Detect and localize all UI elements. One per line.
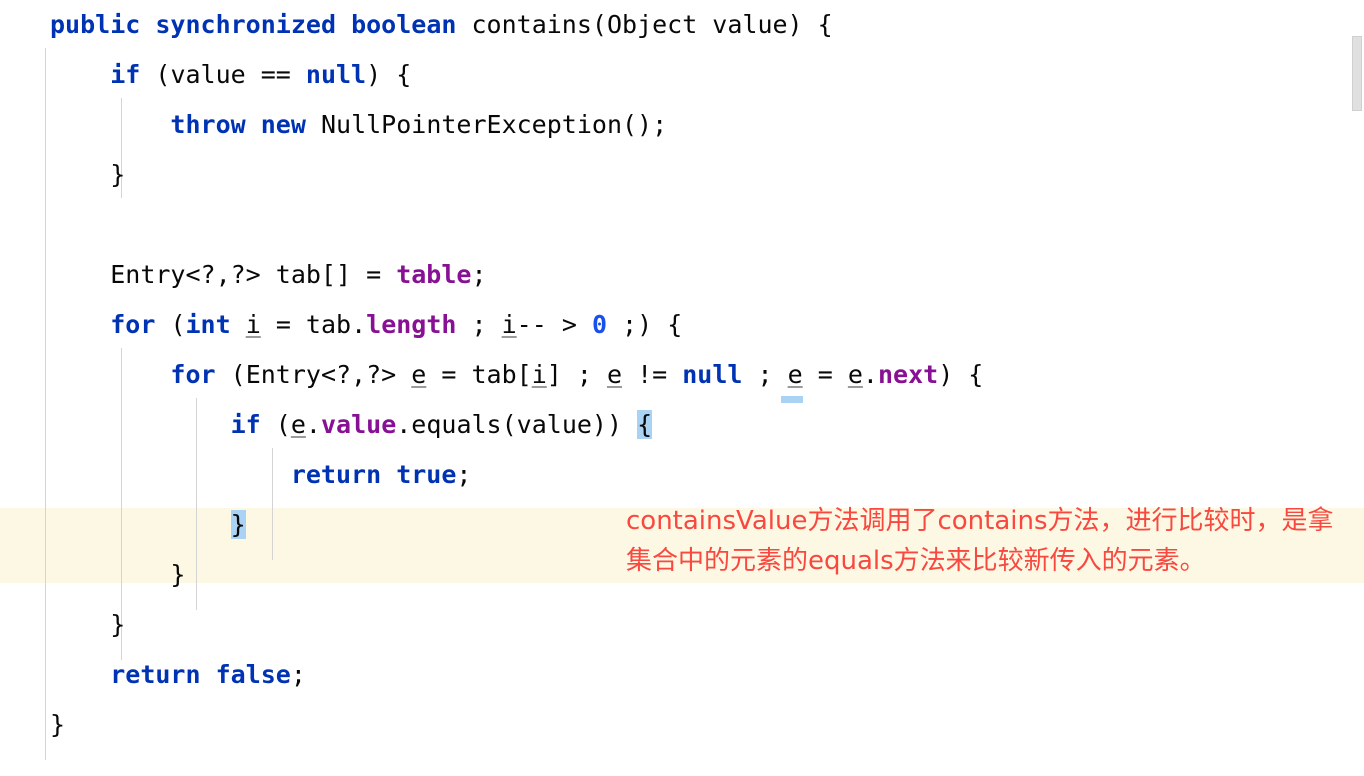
- vertical-scrollbar-thumb[interactable]: [1352, 36, 1362, 111]
- token-local-var: e: [411, 360, 427, 389]
- annotation-text: containsValue方法调用了contains方法，进行比较时，是拿 集合…: [626, 501, 1364, 581]
- token-keyword: boolean: [351, 10, 457, 39]
- token-method-name: contains(Object value) {: [471, 10, 833, 39]
- token-plain: !=: [622, 360, 683, 389]
- token-plain: ;: [456, 310, 502, 339]
- token-keyword: return: [110, 660, 201, 689]
- token-keyword: public: [50, 10, 141, 39]
- code-line-1[interactable]: public synchronized boolean contains(Obj…: [0, 0, 1364, 50]
- token-plain: (: [170, 310, 186, 339]
- token-keyword: true: [396, 460, 457, 489]
- token-local-var: e: [290, 410, 306, 439]
- token-keyword: for: [170, 360, 216, 389]
- token-field: value: [320, 410, 397, 439]
- token-number: 0: [591, 310, 607, 339]
- token-keyword: if: [230, 410, 261, 439]
- code-line-8[interactable]: for (Entry<?,?> e = tab[i] ; e != null ;…: [0, 350, 1364, 400]
- token-plain: ;: [471, 260, 487, 289]
- vertical-scrollbar-track[interactable]: [1350, 0, 1364, 776]
- token-keyword: if: [110, 60, 141, 89]
- annotation-line-1: containsValue方法调用了contains方法，进行比较时，是拿: [626, 506, 1334, 536]
- token-plain: (Entry<?,?>: [230, 360, 412, 389]
- token-field: next: [877, 360, 939, 389]
- token-plain: -- >: [516, 310, 592, 339]
- token-plain: = tab.: [260, 310, 367, 339]
- token-local-var: e: [606, 360, 623, 389]
- token-plain: (: [275, 410, 291, 439]
- token-plain: (value ==: [155, 60, 306, 89]
- token-keyword: new: [260, 110, 306, 139]
- code-line-4[interactable]: }: [0, 150, 1364, 200]
- token-keyword: null: [305, 60, 367, 89]
- code-editor[interactable]: public synchronized boolean contains(Obj…: [0, 0, 1364, 776]
- code-line-9[interactable]: if (e.value.equals(value)) {: [0, 400, 1364, 450]
- token-plain: }: [170, 560, 186, 589]
- token-plain: ) {: [938, 360, 984, 389]
- token-plain: ;: [456, 460, 472, 489]
- code-line-13[interactable]: }: [0, 600, 1364, 650]
- token-local-var: i: [245, 310, 261, 339]
- code-line-3[interactable]: throw new NullPointerException();: [0, 100, 1364, 150]
- token-plain: ;: [742, 360, 788, 389]
- code-line-10[interactable]: return true;: [0, 450, 1364, 500]
- code-line-2[interactable]: if (value == null) {: [0, 50, 1364, 100]
- operator-caret-marker: [781, 396, 803, 403]
- token-plain: }: [110, 160, 126, 189]
- token-field: table: [396, 260, 472, 289]
- token-plain: =: [802, 360, 848, 389]
- token-plain: .: [305, 410, 321, 439]
- token-keyword: for: [110, 310, 156, 339]
- token-plain: ] ;: [546, 360, 607, 389]
- token-plain: NullPointerException();: [320, 110, 668, 139]
- token-plain: ) {: [366, 60, 412, 89]
- token-plain: ;) {: [607, 310, 683, 339]
- code-lines: public synchronized boolean contains(Obj…: [0, 0, 1364, 750]
- token-keyword: null: [682, 360, 743, 389]
- token-plain: Entry<?,?> tab[] =: [110, 260, 397, 289]
- brace-match-open: {: [637, 410, 653, 439]
- token-local-var: e: [847, 360, 863, 389]
- token-keyword: false: [215, 660, 291, 689]
- token-field: length: [366, 310, 457, 339]
- code-line-5[interactable]: [0, 200, 1364, 250]
- token-keyword: int: [185, 310, 231, 339]
- token-local-var: e: [787, 360, 803, 389]
- token-local-var: i: [531, 360, 547, 389]
- annotation-line-2: 集合中的元素的equals方法来比较新传入的元素。: [626, 546, 1206, 576]
- brace-match-close: }: [230, 510, 246, 539]
- token-plain: .: [862, 360, 878, 389]
- token-local-var: i: [501, 310, 517, 339]
- token-plain: = tab[: [426, 360, 532, 389]
- code-line-7[interactable]: for (int i = tab.length ; i-- > 0 ;) {: [0, 300, 1364, 350]
- token-plain: }: [50, 710, 66, 739]
- token-keyword: synchronized: [155, 10, 336, 39]
- token-plain: }: [110, 610, 126, 639]
- code-line-6[interactable]: Entry<?,?> tab[] = table;: [0, 250, 1364, 300]
- code-line-15[interactable]: }: [0, 700, 1364, 750]
- token-keyword: return: [290, 460, 382, 489]
- token-keyword: throw: [170, 110, 246, 139]
- code-line-14[interactable]: return false;: [0, 650, 1364, 700]
- token-plain: ;: [290, 660, 306, 689]
- token-plain: .equals(value)): [396, 410, 638, 439]
